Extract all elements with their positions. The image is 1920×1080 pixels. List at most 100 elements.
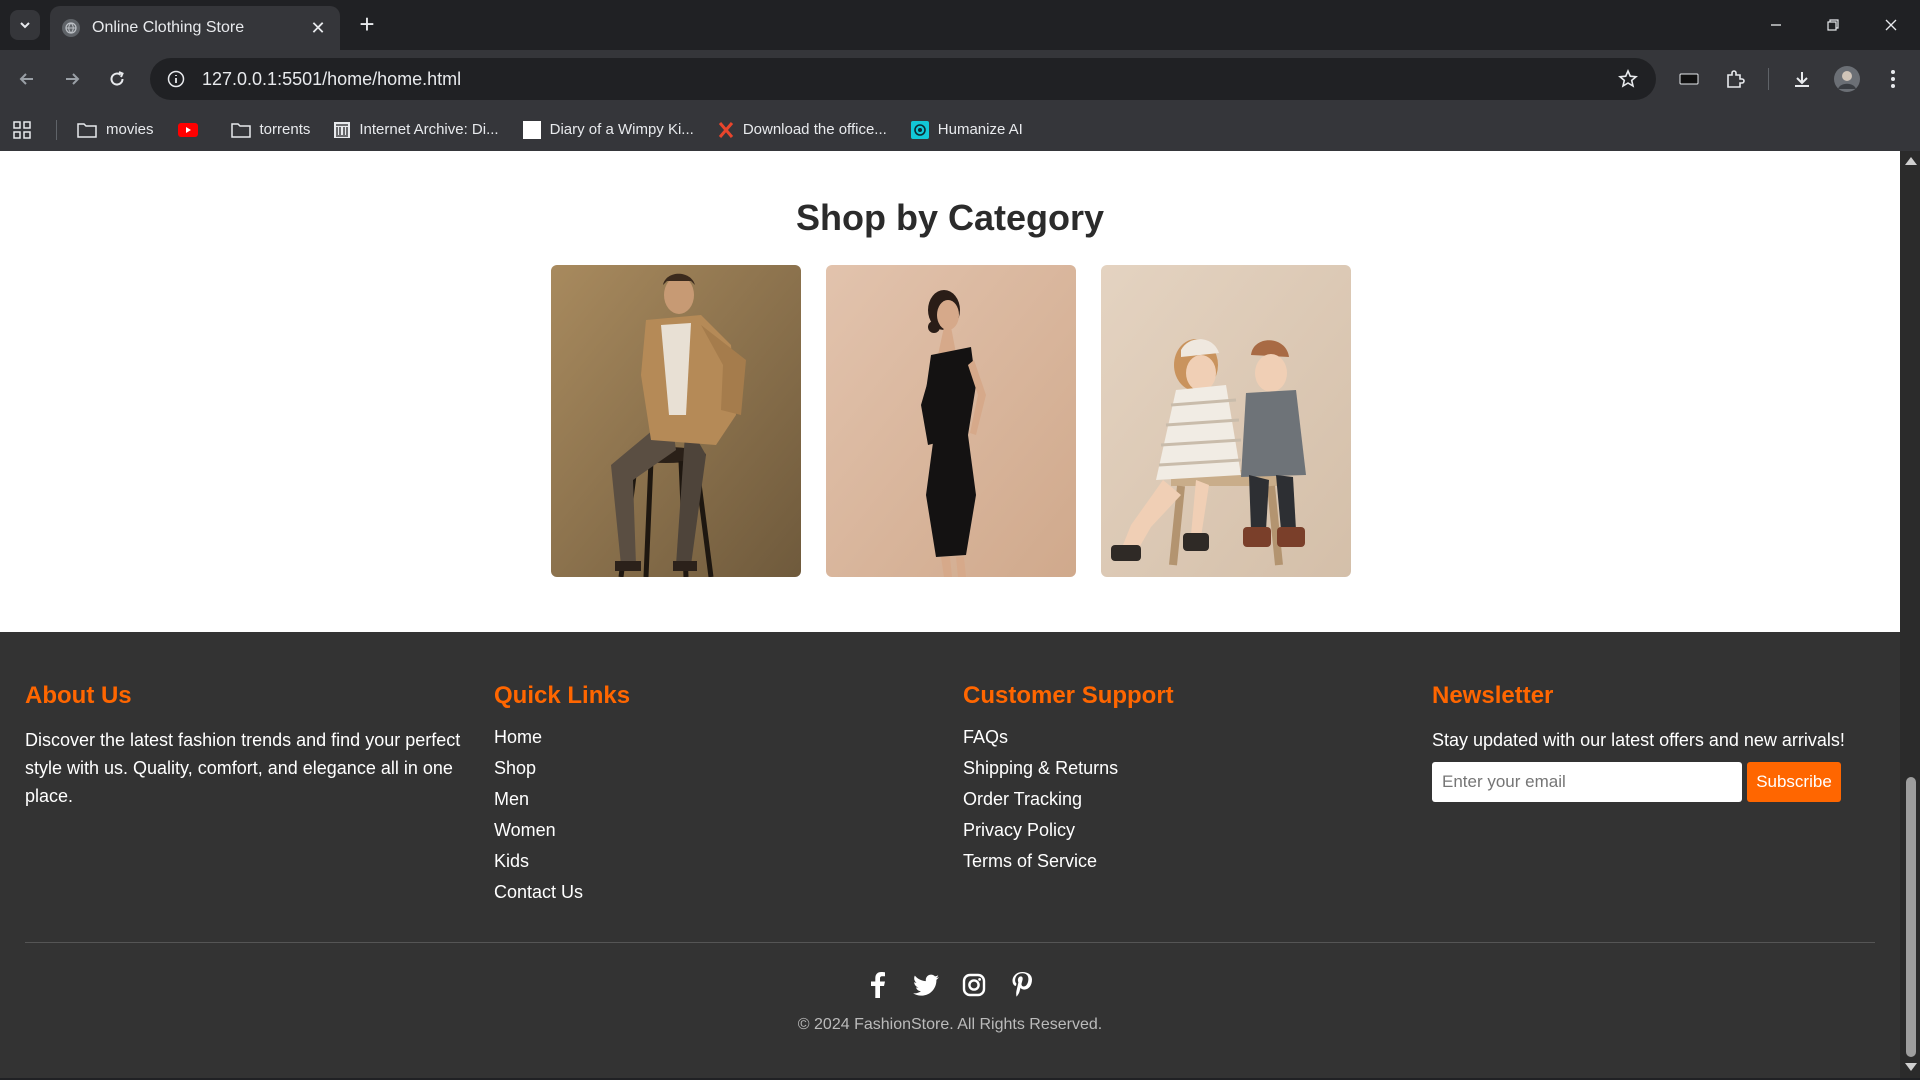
footer-quick-links: Quick Links Home Shop Men Women Kids Con…	[494, 682, 934, 912]
youtube-icon	[177, 122, 198, 137]
site-info-icon[interactable]	[156, 58, 196, 100]
section-heading: Shop by Category	[795, 197, 1105, 238]
humanize-icon	[910, 120, 929, 139]
back-button[interactable]	[10, 62, 44, 96]
minimize-button[interactable]	[1756, 8, 1796, 42]
category-card-women[interactable]	[826, 265, 1076, 577]
media-control-icon[interactable]	[1672, 62, 1706, 96]
footer-link-kids[interactable]: Kids	[494, 850, 934, 881]
downloads-icon[interactable]	[1785, 62, 1819, 96]
footer-link-terms[interactable]: Terms of Service	[963, 850, 1403, 881]
apps-grid-icon	[13, 120, 31, 139]
women-category-image	[826, 265, 1076, 577]
footer-quick-links-heading: Quick Links	[494, 682, 631, 709]
new-tab-button[interactable]: +	[352, 10, 382, 40]
arrow-right-icon	[66, 73, 80, 85]
forward-button[interactable]	[55, 62, 89, 96]
footer-link-privacy-policy[interactable]: Privacy Policy	[963, 819, 1403, 850]
facebook-icon[interactable]	[865, 972, 891, 998]
footer-support-heading: Customer Support	[963, 682, 1174, 709]
url-text[interactable]: 127.0.0.1:5501/home/home.html	[202, 69, 1608, 90]
arrow-left-icon	[19, 73, 33, 85]
footer-newsletter: Newsletter Stay updated with our latest …	[1432, 682, 1872, 802]
bookmark-diary-wimpy-kid[interactable]: Diary of a Wimpy Ki...	[522, 120, 694, 139]
subscribe-button[interactable]: Subscribe	[1747, 762, 1841, 802]
restore-icon	[1827, 19, 1839, 31]
active-tab[interactable]: Online Clothing Store ✕	[50, 6, 340, 50]
scrollbar-thumb[interactable]	[1906, 777, 1916, 1057]
footer-link-order-tracking[interactable]: Order Tracking	[963, 788, 1403, 819]
newsletter-email-input[interactable]	[1432, 762, 1742, 802]
tab-search-button[interactable]	[10, 10, 40, 40]
men-category-image	[551, 265, 801, 577]
bookmark-torrents[interactable]: torrents	[230, 121, 311, 138]
close-window-button[interactable]	[1871, 8, 1911, 42]
site-footer: About Us Discover the latest fashion tre…	[0, 632, 1900, 1078]
bookmark-youtube[interactable]	[177, 122, 207, 137]
bookmark-humanize-ai[interactable]: Humanize AI	[910, 120, 1023, 139]
footer-link-men[interactable]: Men	[494, 788, 934, 819]
scroll-up-arrow-icon[interactable]	[1905, 157, 1917, 165]
quick-links-list: Home Shop Men Women Kids Contact Us	[494, 726, 934, 912]
bookmark-label: Download the office...	[742, 121, 887, 138]
bookmark-label: Diary of a Wimpy Ki...	[549, 121, 694, 138]
footer-link-women[interactable]: Women	[494, 819, 934, 850]
bookmarks-divider	[56, 119, 57, 140]
page-icon	[522, 120, 541, 139]
category-card-kids[interactable]	[1101, 265, 1351, 577]
instagram-icon[interactable]	[961, 972, 987, 998]
archive-icon	[334, 121, 351, 138]
kids-category-image	[1101, 265, 1351, 577]
footer-link-home[interactable]: Home	[494, 726, 934, 757]
close-tab-icon[interactable]: ✕	[308, 18, 328, 39]
profile-avatar[interactable]	[1830, 62, 1864, 96]
bookmark-label: torrents	[259, 121, 311, 138]
footer-link-shipping-returns[interactable]: Shipping & Returns	[963, 757, 1403, 788]
footer-divider	[25, 942, 1875, 943]
reload-icon	[110, 71, 124, 86]
bookmarks-bar: movies torrents Internet Archive: Di... …	[0, 108, 1920, 151]
footer-about-text: Discover the latest fashion trends and f…	[25, 730, 461, 806]
x-logo-icon	[718, 121, 734, 138]
shop-by-category-section: Shop by Category	[0, 151, 1900, 632]
chevron-down-icon	[20, 22, 30, 29]
toolbar-divider	[1768, 68, 1769, 90]
address-bar[interactable]: 127.0.0.1:5501/home/home.html	[150, 58, 1656, 100]
footer-about-heading: About Us	[25, 682, 132, 709]
social-links	[0, 972, 1900, 998]
restore-button[interactable]	[1813, 8, 1853, 42]
folder-icon	[230, 122, 251, 138]
minimize-icon	[1771, 24, 1781, 26]
bookmark-label: Humanize AI	[937, 121, 1023, 138]
newsletter-form: Subscribe	[1432, 762, 1872, 802]
apps-button[interactable]	[12, 120, 32, 140]
footer-newsletter-text: Stay updated with our latest offers and …	[1432, 730, 1845, 750]
footer-link-contact[interactable]: Contact Us	[494, 881, 934, 912]
tab-title: Online Clothing Store	[92, 19, 245, 36]
page-viewport: Shop by Category About Us Discover the l…	[0, 151, 1900, 1078]
footer-link-faqs[interactable]: FAQs	[963, 726, 1403, 757]
extensions-icon[interactable]	[1718, 62, 1752, 96]
footer-customer-support: Customer Support FAQs Shipping & Returns…	[963, 682, 1403, 881]
bookmark-download-office[interactable]: Download the office...	[718, 121, 887, 138]
support-links-list: FAQs Shipping & Returns Order Tracking P…	[963, 726, 1403, 881]
pinterest-icon[interactable]	[1009, 972, 1035, 998]
reload-button[interactable]	[100, 62, 134, 96]
folder-icon	[77, 122, 97, 138]
bookmark-label: movies	[106, 121, 154, 138]
close-icon	[1885, 19, 1897, 31]
scroll-down-arrow-icon[interactable]	[1905, 1063, 1917, 1071]
footer-about: About Us Discover the latest fashion tre…	[25, 682, 465, 810]
copyright-text: © 2024 FashionStore. All Rights Reserved…	[797, 1016, 1103, 1033]
bookmark-movies[interactable]: movies	[77, 121, 154, 138]
bookmark-star-icon[interactable]	[1608, 58, 1648, 100]
footer-link-shop[interactable]: Shop	[494, 757, 934, 788]
more-menu-icon[interactable]	[1876, 62, 1910, 96]
twitter-icon[interactable]	[913, 972, 939, 998]
page-scrollbar[interactable]	[1900, 151, 1920, 1078]
tab-strip: Online Clothing Store ✕ +	[0, 0, 1920, 50]
footer-newsletter-heading: Newsletter	[1432, 682, 1554, 709]
bookmark-internet-archive[interactable]: Internet Archive: Di...	[334, 121, 499, 138]
category-card-men[interactable]	[551, 265, 801, 577]
bookmark-label: Internet Archive: Di...	[359, 121, 499, 138]
